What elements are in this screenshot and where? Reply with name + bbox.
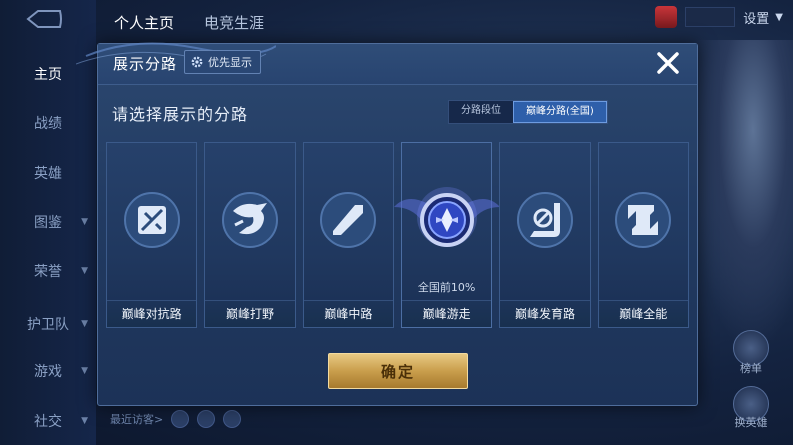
sidebar-item-label: 护卫队	[27, 317, 69, 333]
event-info	[685, 7, 736, 27]
confirm-label: 确定	[380, 362, 415, 381]
all-round-icon	[615, 192, 672, 248]
hero-figure	[693, 40, 793, 340]
lane-card-label: 巅峰中路	[303, 300, 393, 327]
chevron-down-icon: ▼	[81, 319, 88, 329]
top-right: 设置 ▼	[655, 6, 783, 28]
lane-card-jungle[interactable]: 巅峰打野	[204, 142, 296, 328]
visitor-avatar[interactable]	[223, 410, 242, 428]
tab-peak-lane-national[interactable]: 巅峰分路(全国)	[513, 101, 607, 123]
lane-card-all-round[interactable]: 巅峰全能	[597, 142, 689, 328]
clash-lane-icon	[123, 192, 180, 248]
sidebar-item-label: 战绩	[34, 116, 62, 132]
farm-lane-icon	[516, 192, 573, 248]
lane-type-tabs: 分路段位 巅峰分路(全国)	[448, 100, 608, 124]
settings-label: 设置	[743, 11, 770, 27]
dialog-title: 展示分路	[113, 55, 178, 73]
sidebar-item[interactable]: 护卫队 ▼	[0, 308, 96, 340]
switch-hero-label: 换英雄	[734, 416, 768, 429]
close-button[interactable]	[653, 48, 683, 78]
gear-icon	[191, 56, 203, 68]
sidebar-item-label: 英雄	[34, 166, 62, 182]
sidebar-item-label: 荣誉	[34, 264, 62, 280]
lane-card-farm[interactable]: 巅峰发育路	[499, 142, 591, 328]
lane-card-label: 巅峰游走	[401, 300, 492, 327]
rank-text: 全国前10%	[417, 281, 476, 294]
confirm-button[interactable]: 确定	[328, 353, 468, 389]
sidebar-item[interactable]: 图鉴 ▼	[0, 206, 96, 238]
lane-card-roam[interactable]: 全国前10% 巅峰游走	[393, 142, 500, 328]
priority-display-button[interactable]: 优先显示	[184, 50, 261, 74]
sidebar-item[interactable]: 战绩	[0, 107, 96, 139]
mid-lane-icon	[320, 192, 377, 248]
sidebar-item[interactable]: 游戏 ▼	[0, 355, 96, 387]
settings-button[interactable]: 设置 ▼	[743, 8, 783, 27]
prompt-text: 请选择展示的分路	[112, 105, 249, 124]
tab-profile[interactable]: 个人主页	[114, 12, 174, 33]
lane-card-mid[interactable]: 巅峰中路	[302, 142, 394, 328]
sidebar-item[interactable]: 社交 ▼	[0, 405, 96, 437]
event-badge-icon[interactable]	[655, 6, 678, 28]
dialog-header: 展示分路 优先显示	[76, 42, 697, 85]
priority-display-label: 优先显示	[208, 56, 252, 69]
close-icon	[657, 52, 679, 74]
tab-esports-career[interactable]: 电竞生涯	[204, 12, 264, 33]
sidebar-item-label: 游戏	[34, 364, 62, 380]
chevron-down-icon: ▼	[81, 217, 88, 227]
lane-cards: 巅峰对抗路 巅峰打野 巅峰中路 全国前10% 巅峰游走 巅峰发育路 巅峰全能	[106, 142, 689, 328]
chevron-down-icon: ▼	[775, 11, 783, 23]
lane-display-dialog: 展示分路 优先显示 请选择展示的分路 分路段位 巅峰分路(全国) 巅峰对抗路 巅…	[76, 42, 698, 406]
roam-badge-icon	[419, 193, 474, 247]
recent-visitors[interactable]: 最近访客>	[110, 410, 242, 428]
sidebar-item-label: 社交	[34, 414, 62, 430]
visitor-avatar[interactable]	[171, 410, 190, 428]
sidebar-item-label: 主页	[34, 67, 62, 83]
tab-lane-rank[interactable]: 分路段位	[449, 101, 513, 121]
sidebar-item[interactable]: 英雄	[0, 157, 96, 189]
leaderboard-label: 榜单	[740, 362, 762, 375]
lane-card-label: 巅峰对抗路	[107, 300, 197, 327]
recent-visitors-label: 最近访客>	[110, 413, 164, 426]
chevron-down-icon: ▼	[81, 266, 88, 276]
sidebar-item-label: 图鉴	[34, 215, 62, 231]
chevron-down-icon: ▼	[81, 366, 88, 376]
back-icon[interactable]	[24, 8, 64, 30]
chevron-down-icon: ▼	[81, 416, 88, 426]
jungle-icon	[221, 192, 278, 248]
lane-card-label: 巅峰全能	[598, 300, 688, 327]
visitor-avatar[interactable]	[197, 410, 216, 428]
top-tabs: 个人主页 电竞生涯	[100, 6, 264, 38]
lane-card-label: 巅峰发育路	[500, 300, 590, 327]
sidebar-item[interactable]: 荣誉 ▼	[0, 255, 96, 287]
lane-card-clash[interactable]: 巅峰对抗路	[106, 142, 198, 328]
lane-card-label: 巅峰打野	[205, 300, 295, 327]
